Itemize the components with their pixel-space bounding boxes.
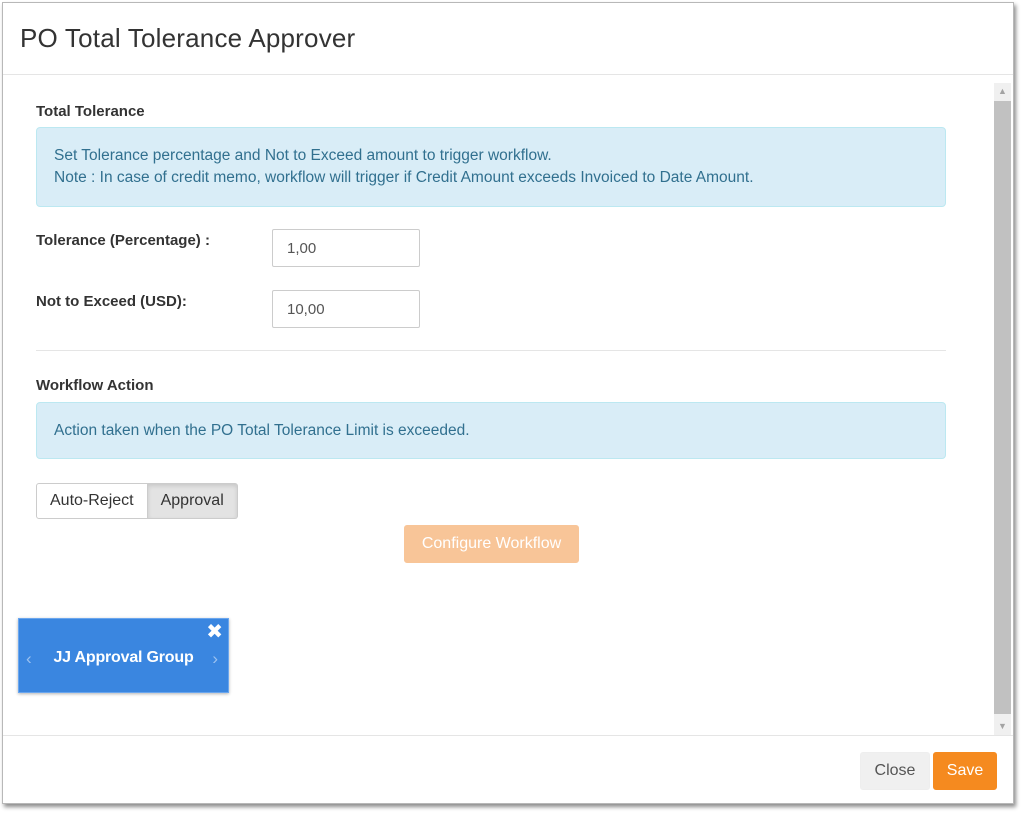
vertical-scrollbar[interactable]: ▲ ▼ (994, 83, 1011, 735)
workflow-action-heading: Workflow Action (36, 377, 154, 394)
total-tolerance-heading: Total Tolerance (36, 103, 145, 120)
tolerance-percentage-label: Tolerance (Percentage) : (36, 232, 210, 249)
workflow-action-toggle: Auto-Reject Approval (36, 483, 238, 519)
section-divider (36, 350, 946, 351)
approval-button[interactable]: Approval (147, 483, 238, 519)
modal-body: Total Tolerance Set Tolerance percentage… (3, 75, 1013, 735)
chevron-right-icon[interactable]: › (212, 649, 218, 669)
po-tolerance-modal: PO Total Tolerance Approver Total Tolera… (2, 2, 1014, 804)
tolerance-info-alert: Set Tolerance percentage and Not to Exce… (36, 127, 946, 207)
tolerance-info-line2: Note : In case of credit memo, workflow … (54, 169, 754, 186)
modal-footer: Close Save (3, 735, 1013, 805)
close-button[interactable]: Close (860, 752, 930, 790)
modal-header: PO Total Tolerance Approver (3, 3, 1013, 75)
not-to-exceed-input[interactable] (272, 290, 420, 328)
approval-group-card[interactable]: ✖ ‹ JJ Approval Group › (18, 618, 229, 693)
configure-workflow-button[interactable]: Configure Workflow (404, 525, 579, 563)
modal-title: PO Total Tolerance Approver (20, 23, 356, 53)
tolerance-info-line1: Set Tolerance percentage and Not to Exce… (54, 147, 552, 164)
scroll-down-arrow-icon[interactable]: ▼ (994, 718, 1011, 735)
auto-reject-button[interactable]: Auto-Reject (36, 483, 148, 519)
workflow-info-text: Action taken when the PO Total Tolerance… (54, 422, 470, 439)
workflow-info-alert: Action taken when the PO Total Tolerance… (36, 402, 946, 459)
scroll-thumb[interactable] (994, 101, 1011, 714)
close-icon[interactable]: ✖ (206, 619, 223, 644)
approval-group-label: JJ Approval Group (53, 649, 194, 666)
save-button[interactable]: Save (933, 752, 997, 790)
not-to-exceed-label: Not to Exceed (USD): (36, 293, 187, 310)
scroll-up-arrow-icon[interactable]: ▲ (994, 83, 1011, 100)
tolerance-percentage-input[interactable] (272, 229, 420, 267)
